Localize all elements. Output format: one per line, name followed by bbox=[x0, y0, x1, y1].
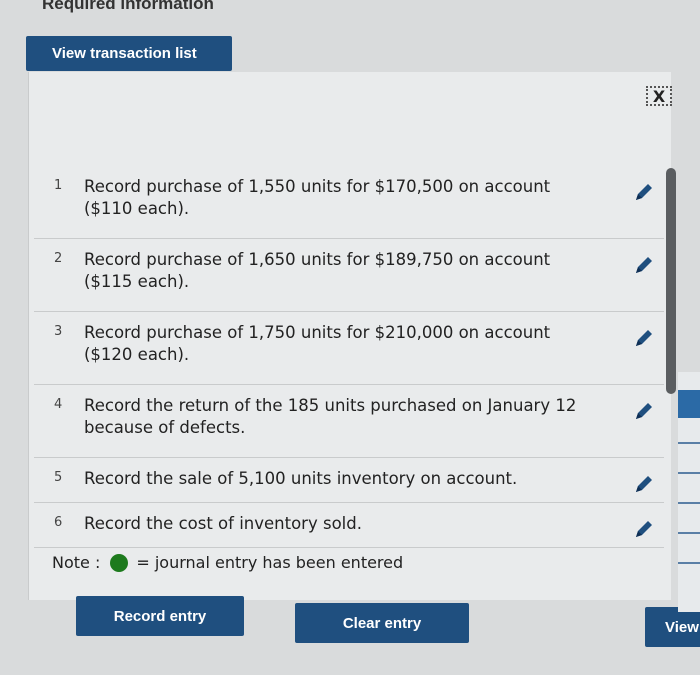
side-panel-edge bbox=[678, 372, 700, 612]
pencil-icon[interactable] bbox=[632, 401, 654, 423]
clear-entry-button[interactable]: Clear entry bbox=[295, 603, 469, 643]
view-button[interactable]: View bbox=[645, 607, 700, 647]
pencil-icon[interactable] bbox=[632, 519, 654, 541]
transaction-row-5[interactable]: 5 Record the sale of 5,100 units invento… bbox=[34, 458, 664, 503]
transaction-row-2[interactable]: 2 Record purchase of 1,650 units for $18… bbox=[34, 239, 664, 312]
scrollbar[interactable] bbox=[666, 168, 676, 394]
pencil-icon[interactable] bbox=[632, 182, 654, 204]
transaction-text: Record purchase of 1,750 units for $210,… bbox=[84, 323, 551, 364]
transaction-text: Record purchase of 1,650 units for $189,… bbox=[84, 250, 551, 291]
side-tab bbox=[678, 390, 700, 418]
note: Note : = journal entry has been entered bbox=[52, 553, 403, 572]
transaction-number: 2 bbox=[54, 251, 63, 266]
transaction-number: 5 bbox=[54, 470, 63, 485]
transaction-text: Record the sale of 5,100 units inventory… bbox=[84, 469, 518, 488]
transaction-row-3[interactable]: 3 Record purchase of 1,750 units for $21… bbox=[34, 312, 664, 385]
view-transaction-list-button[interactable]: View transaction list bbox=[26, 36, 232, 71]
pencil-icon[interactable] bbox=[632, 474, 654, 496]
divider bbox=[678, 472, 700, 474]
divider bbox=[678, 562, 700, 564]
transaction-text: Record purchase of 1,550 units for $170,… bbox=[84, 177, 551, 218]
transaction-text: Record the return of the 185 units purch… bbox=[84, 396, 577, 437]
close-icon[interactable]: X bbox=[646, 86, 672, 106]
transaction-row-1[interactable]: 1 Record purchase of 1,550 units for $17… bbox=[34, 166, 664, 239]
pencil-icon[interactable] bbox=[632, 328, 654, 350]
transaction-number: 6 bbox=[54, 515, 63, 530]
note-text: = journal entry has been entered bbox=[136, 553, 404, 572]
pencil-icon[interactable] bbox=[632, 255, 654, 277]
transaction-number: 4 bbox=[54, 397, 63, 412]
transaction-number: 1 bbox=[54, 178, 63, 193]
divider bbox=[678, 442, 700, 444]
transaction-row-6[interactable]: 6 Record the cost of inventory sold. bbox=[34, 503, 664, 548]
divider bbox=[678, 532, 700, 534]
transaction-number: 3 bbox=[54, 324, 63, 339]
transaction-row-4[interactable]: 4 Record the return of the 185 units pur… bbox=[34, 385, 664, 458]
note-label: Note : bbox=[52, 553, 101, 572]
record-entry-button[interactable]: Record entry bbox=[76, 596, 244, 636]
page-title: Required information bbox=[42, 0, 214, 13]
divider bbox=[678, 502, 700, 504]
entered-dot-icon bbox=[110, 553, 129, 572]
transaction-text: Record the cost of inventory sold. bbox=[84, 514, 362, 533]
transaction-list: 1 Record purchase of 1,550 units for $17… bbox=[34, 166, 664, 548]
